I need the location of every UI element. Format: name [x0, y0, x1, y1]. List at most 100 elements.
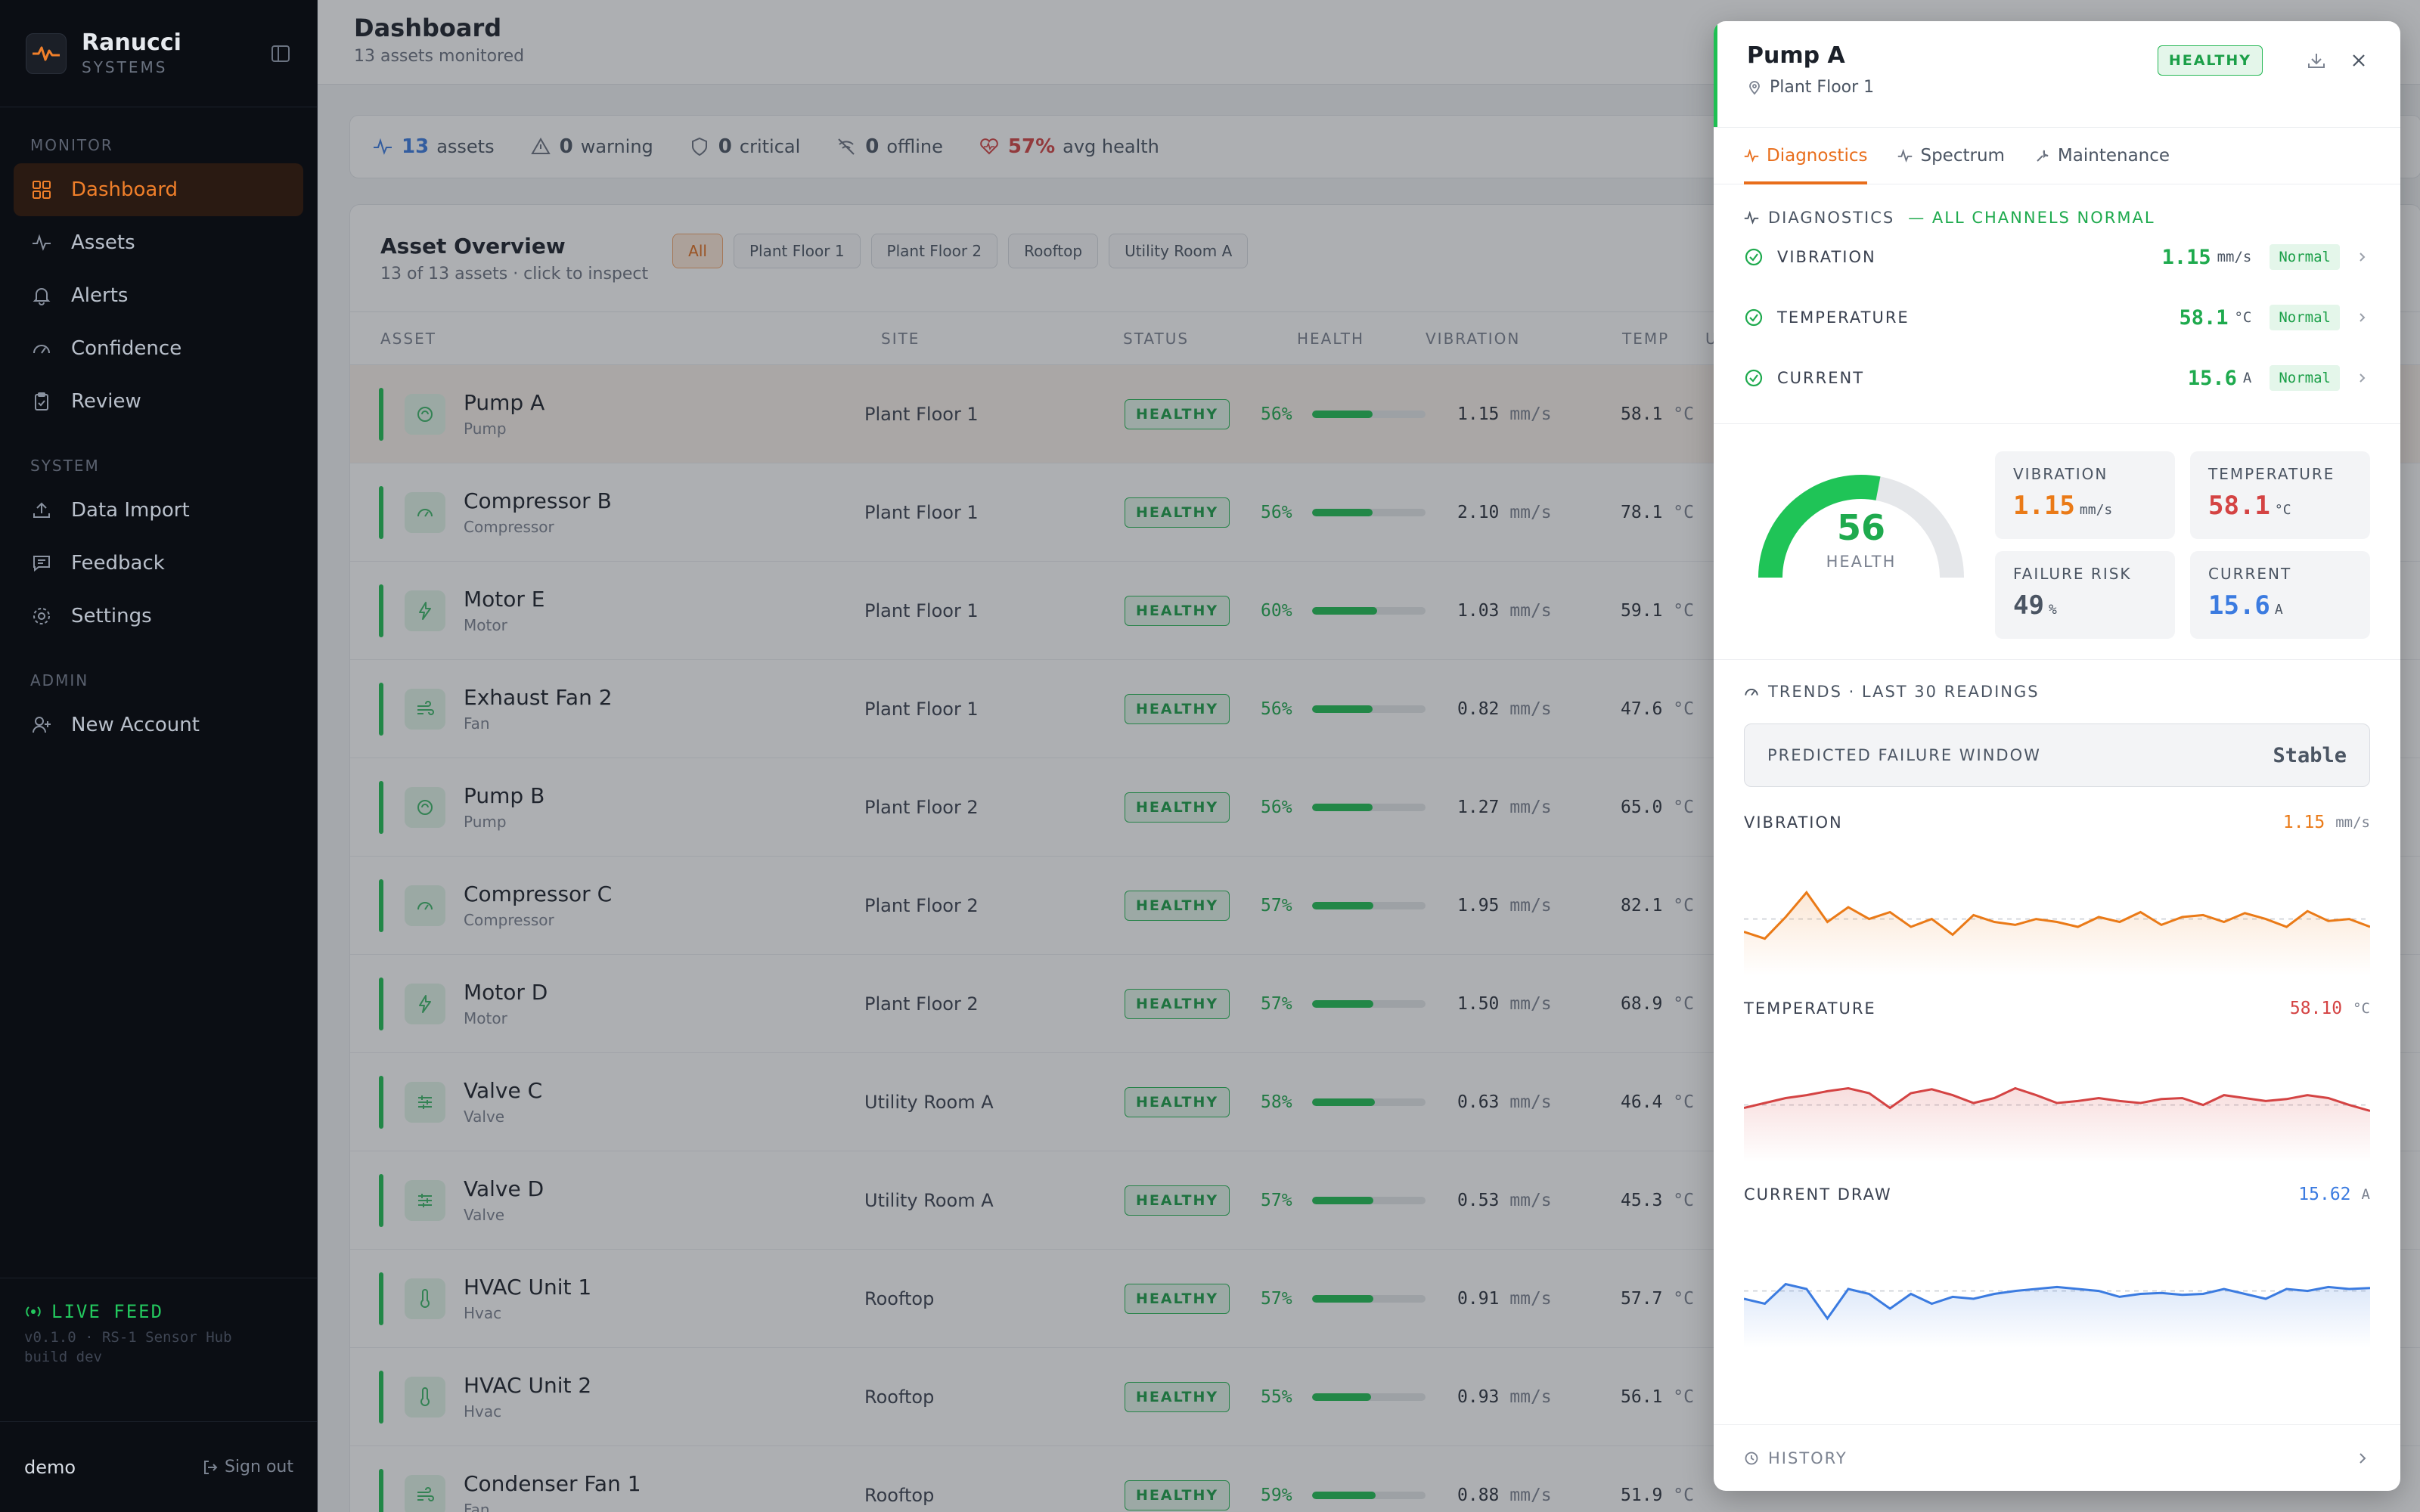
- tile-temperature: TEMPERATURE 58.1 °C: [2190, 451, 2370, 539]
- tile-value: 58.1: [2208, 491, 2270, 521]
- sparkline-unit: A: [2361, 1186, 2370, 1203]
- sidebar-item-label: Dashboard: [71, 178, 178, 201]
- chevron-right-icon: [2355, 310, 2370, 325]
- sidebar-item-dashboard[interactable]: Dashboard: [14, 163, 303, 216]
- activity-icon: [1744, 210, 1759, 225]
- channel-row[interactable]: TEMPERATURE 58.1 °C Normal: [1744, 287, 2370, 348]
- panel-tabs: Diagnostics Spectrum Maintenance: [1714, 127, 2400, 184]
- channel-row[interactable]: VIBRATION 1.15 mm/s Normal: [1744, 227, 2370, 287]
- tab-maintenance[interactable]: Maintenance: [2035, 128, 2170, 184]
- live-feed-title: LIVE FEED: [51, 1301, 164, 1322]
- channel-status: Normal: [2270, 244, 2340, 270]
- channel-unit: °C: [2234, 309, 2252, 326]
- tile-value: 15.6: [2208, 590, 2270, 621]
- sidebar-item-settings[interactable]: Settings: [14, 590, 303, 643]
- sidebar-item-alerts[interactable]: Alerts: [14, 269, 303, 322]
- sign-out-button[interactable]: Sign out: [202, 1458, 293, 1476]
- channel-label: VIBRATION: [1777, 248, 1876, 266]
- live-feed-version: v0.1.0 · RS-1 Sensor Hub: [24, 1329, 232, 1346]
- channel-value: 15.6: [2187, 366, 2237, 390]
- collapse-sidebar-icon[interactable]: [270, 43, 291, 64]
- tab-diagnostics[interactable]: Diagnostics: [1744, 128, 1868, 184]
- download-icon[interactable]: [2305, 49, 2328, 72]
- check-circle-icon: [1744, 308, 1764, 327]
- sidebar-item-data-import[interactable]: Data Import: [14, 484, 303, 537]
- sidebar-item-new-account[interactable]: New Account: [14, 699, 303, 751]
- sidebar-item-label: Confidence: [71, 337, 182, 360]
- brand-sub: SYSTEMS: [82, 58, 168, 76]
- channel-value: 1.15: [2161, 245, 2211, 269]
- sparkline-list: VIBRATION 1.15 mm/s TEMPERATURE 58.10 °C CURRE…: [1744, 810, 2370, 1352]
- activity-icon: [1744, 148, 1759, 163]
- tile-value: 1.15: [2013, 491, 2075, 521]
- sidebar-item-label: Data Import: [71, 499, 190, 522]
- channel-value: 58.1: [2179, 305, 2229, 330]
- sparkline-temperature: TEMPERATURE 58.10 °C: [1744, 996, 2370, 1167]
- sidebar-item-review[interactable]: Review: [14, 375, 303, 428]
- username: demo: [24, 1456, 76, 1478]
- nav-section-admin: ADMIN: [30, 671, 89, 689]
- channel-row[interactable]: CURRENT 15.6 A Normal: [1744, 348, 2370, 408]
- sparkline-chart: [1744, 1086, 2370, 1162]
- tile-value: 49: [2013, 590, 2044, 621]
- check-circle-icon: [1744, 247, 1764, 267]
- message-icon: [30, 552, 53, 575]
- sparkline-value: 15.62: [2298, 1185, 2351, 1204]
- sparkline-vibration: VIBRATION 1.15 mm/s: [1744, 810, 2370, 981]
- channel-status: Normal: [2270, 365, 2340, 391]
- channel-label: CURRENT: [1777, 369, 1865, 387]
- clipboard-icon: [30, 390, 53, 413]
- sparkline-chart: [1744, 1282, 2370, 1348]
- tile-label: CURRENT: [2208, 565, 2292, 583]
- tile-unit: %: [2048, 602, 2057, 618]
- nav-section-system: SYSTEM: [30, 457, 100, 475]
- trends-section: TRENDS · LAST 30 READINGS PREDICTED FAIL…: [1714, 660, 2400, 1352]
- sidebar-item-label: Feedback: [71, 552, 165, 575]
- sign-out-icon: [202, 1459, 219, 1476]
- bell-icon: [30, 284, 53, 307]
- channel-list: VIBRATION 1.15 mm/s Normal TEMPERATURE 58.1 °C…: [1744, 227, 2370, 408]
- sidebar-item-label: New Account: [71, 714, 200, 736]
- tile-unit: A: [2274, 602, 2283, 618]
- history-row[interactable]: HISTORY: [1714, 1424, 2400, 1491]
- activity-icon: [1897, 148, 1913, 163]
- sidebar-item-assets[interactable]: Assets: [14, 216, 303, 269]
- tile-label: FAILURE RISK: [2013, 565, 2132, 583]
- sign-out-label: Sign out: [224, 1458, 293, 1476]
- history-icon: [1744, 1451, 1759, 1466]
- sparkline-value: 1.15: [2282, 813, 2325, 832]
- tab-spectrum[interactable]: Spectrum: [1897, 128, 2005, 184]
- tile-vibration: VIBRATION 1.15 mm/s: [1995, 451, 2175, 539]
- broadcast-icon: [24, 1303, 42, 1321]
- live-feed-build: build dev: [24, 1348, 102, 1365]
- chevron-right-icon: [2355, 249, 2370, 265]
- pfw-label: PREDICTED FAILURE WINDOW: [1767, 746, 2041, 764]
- tile-label: TEMPERATURE: [2208, 465, 2335, 483]
- sidebar-item-label: Review: [71, 390, 141, 413]
- channel-label: TEMPERATURE: [1777, 308, 1910, 327]
- trends-title: TRENDS · LAST 30 READINGS: [1768, 683, 2040, 701]
- pfw-value: Stable: [2273, 743, 2347, 767]
- chevron-right-icon: [2355, 370, 2370, 386]
- health-gauge: 56 HEALTH: [1751, 468, 1971, 589]
- sidebar-item-feedback[interactable]: Feedback: [14, 537, 303, 590]
- user-plus-icon: [30, 714, 53, 736]
- check-circle-icon: [1744, 368, 1764, 388]
- tile-failure-risk: FAILURE RISK 49%: [1995, 551, 2175, 639]
- brand-name: Ranucci: [82, 29, 182, 56]
- sparkline-label: TEMPERATURE: [1744, 999, 1876, 1018]
- channel-unit: mm/s: [2217, 249, 2252, 265]
- upload-icon: [30, 499, 53, 522]
- channel-status: Normal: [2270, 305, 2340, 330]
- wrench-icon: [2035, 148, 2050, 163]
- history-label: HISTORY: [1768, 1448, 1848, 1467]
- sparkline-label: VIBRATION: [1744, 813, 1843, 832]
- tile-current: CURRENT 15.6 A: [2190, 551, 2370, 639]
- sidebar-item-confidence[interactable]: Confidence: [14, 322, 303, 375]
- close-icon[interactable]: [2347, 49, 2370, 72]
- logo-icon: [26, 33, 67, 74]
- tile-unit: °C: [2274, 502, 2291, 518]
- dashboard-icon: [30, 178, 53, 201]
- sparkline-value: 58.10: [2289, 999, 2343, 1018]
- asset-detail-panel: Pump A Plant Floor 1 HEALTHY Diagnostics…: [1714, 21, 2400, 1491]
